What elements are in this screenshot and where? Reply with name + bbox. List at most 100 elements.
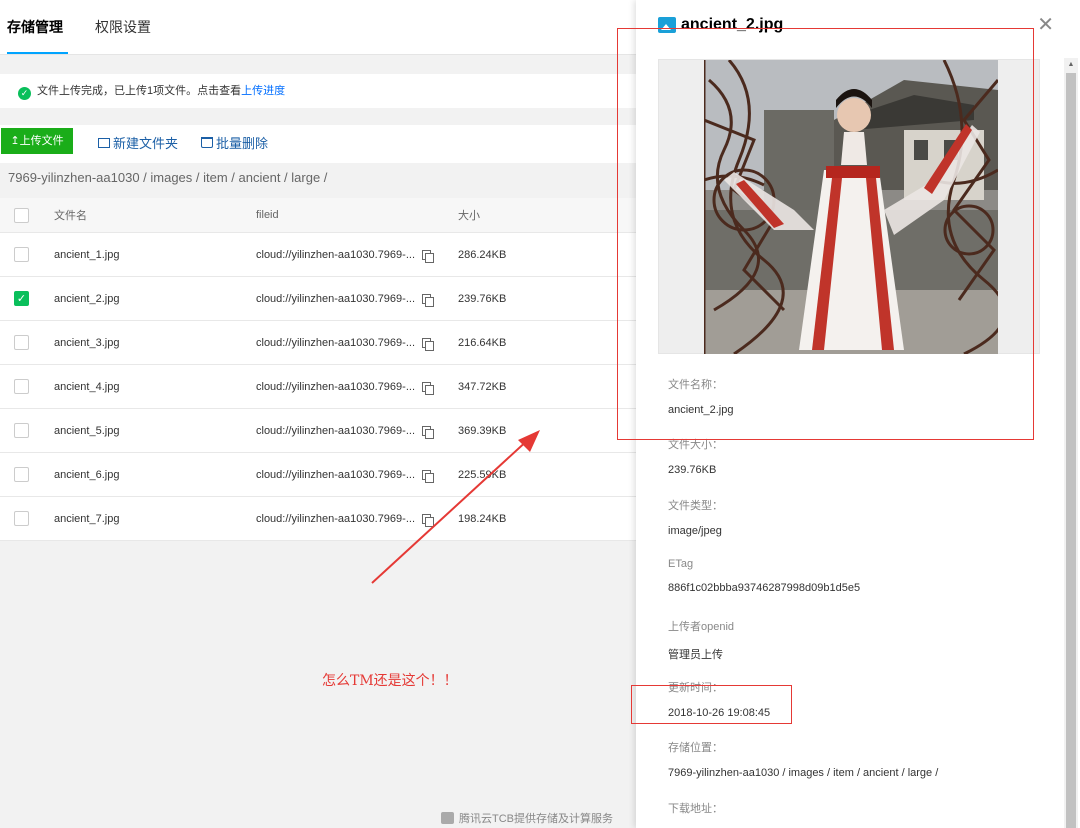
row-size: 225.59KB [458, 468, 507, 481]
meta-field: 下载地址： [668, 800, 723, 828]
tab-permission-settings[interactable]: 权限设置 [95, 0, 151, 54]
trash-icon [201, 137, 213, 148]
meta-field: 文件大小： 239.76KB [668, 436, 723, 476]
image-icon [658, 17, 676, 33]
panel-title-text: ancient_2.jpg [681, 16, 784, 33]
row-checkbox[interactable]: ✓ [14, 291, 29, 306]
table-header: 文件名 fileid 大小 [0, 198, 636, 233]
row-fileid: cloud://yilinzhen-aa1030.7969-... [256, 468, 415, 481]
panel-scrollbar[interactable]: ▲ [1064, 58, 1078, 828]
meta-value: 886f1c02bbba93746287998d09b1d5e5 [668, 582, 861, 594]
meta-value: 7969-yilinzhen-aa1030 / images / item / … [668, 767, 939, 779]
table-row[interactable]: ancient_6.jpg cloud://yilinzhen-aa1030.79… [0, 453, 636, 497]
row-checkbox[interactable] [14, 511, 29, 526]
meta-key: ETag [668, 558, 694, 570]
toolbar: ↥上传文件 新建文件夹 批量删除 [0, 125, 636, 163]
meta-field: 存储位置： 7969-yilinzhen-aa1030 / images / it… [668, 739, 938, 779]
row-filename[interactable]: ancient_2.jpg [54, 277, 119, 320]
file-table: 文件名 fileid 大小 ancient_1.jpg cloud://yilin… [0, 198, 636, 541]
meta-key: 下载地址： [668, 803, 723, 815]
storage-main: 存储管理 权限设置 ✓ 文件上传完成，已上传1项文件。点击查看上传进度 ↥上传文件… [0, 0, 636, 828]
upload-file-button[interactable]: ↥上传文件 [1, 128, 73, 154]
row-fileid: cloud://yilinzhen-aa1030.7969-... [256, 292, 415, 305]
table-row[interactable]: ancient_5.jpg cloud://yilinzhen-aa1030.79… [0, 409, 636, 453]
row-fileid: cloud://yilinzhen-aa1030.7969-... [256, 380, 415, 393]
select-all-checkbox[interactable] [14, 207, 29, 223]
copy-icon[interactable] [422, 249, 434, 263]
meta-key: 文件类型： [668, 500, 723, 512]
row-filename[interactable]: ancient_5.jpg [54, 409, 119, 452]
copy-icon[interactable] [422, 425, 434, 439]
row-size: 198.24KB [458, 512, 507, 525]
meta-key: 更新时间： [668, 682, 723, 694]
upload-file-label: 上传文件 [19, 135, 64, 147]
photo-illustration [704, 60, 998, 354]
tcb-logo-icon [441, 812, 454, 824]
row-size: 369.39KB [458, 424, 507, 437]
meta-value: ancient_2.jpg [668, 404, 734, 416]
close-icon[interactable]: ✕ [1037, 15, 1054, 35]
annotation-text: 怎么TM还是这个！！ [322, 673, 458, 689]
table-row[interactable]: ancient_4.jpg cloud://yilinzhen-aa1030.79… [0, 365, 636, 409]
table-row[interactable]: ✓ ancient_2.jpg cloud://yilinzhen-aa1030.7… [0, 277, 636, 321]
copy-icon[interactable] [422, 469, 434, 483]
header-size: 大小 [458, 210, 480, 222]
panel-title: ancient_2.jpg [658, 16, 783, 34]
tab-storage-management[interactable]: 存储管理 [7, 0, 68, 54]
scroll-up-icon[interactable]: ▲ [1064, 58, 1078, 72]
table-row[interactable]: ancient_3.jpg cloud://yilinzhen-aa1030.79… [0, 321, 636, 365]
row-size: 286.24KB [458, 248, 507, 261]
breadcrumb[interactable]: 7969-yilinzhen-aa1030 / images / item / … [8, 170, 327, 185]
scrollbar-thumb[interactable] [1066, 73, 1076, 828]
new-folder-button[interactable]: 新建文件夹 [98, 133, 178, 152]
upload-progress-link[interactable]: 上传进度 [241, 85, 285, 97]
row-checkbox[interactable] [14, 467, 29, 482]
meta-value: 2018-10-26 19:08:45 [668, 707, 771, 719]
meta-key: 文件大小： [668, 439, 723, 451]
header-filename: 文件名 [54, 210, 87, 222]
batch-delete-button[interactable]: 批量删除 [201, 133, 268, 152]
tab-bar: 存储管理 权限设置 [0, 0, 636, 55]
copy-icon[interactable] [422, 293, 434, 307]
copy-icon[interactable] [422, 337, 434, 351]
table-row[interactable]: ancient_7.jpg cloud://yilinzhen-aa1030.79… [0, 497, 636, 541]
table-row[interactable]: ancient_1.jpg cloud://yilinzhen-aa1030.79… [0, 233, 636, 277]
row-filename[interactable]: ancient_6.jpg [54, 453, 119, 496]
meta-field: 文件类型： image/jpeg [668, 497, 723, 537]
upload-notice: ✓ 文件上传完成，已上传1项文件。点击查看上传进度 [0, 74, 636, 108]
file-detail-panel: ancient_2.jpg ✕ 文件名称： ancient_2.jpg 文件大小… [636, 0, 1080, 828]
image-preview [658, 59, 1040, 354]
row-checkbox[interactable] [14, 379, 29, 394]
upload-icon: ↥ [10, 135, 20, 147]
copy-icon[interactable] [422, 513, 434, 527]
meta-value: 239.76KB [668, 464, 717, 476]
row-filename[interactable]: ancient_7.jpg [54, 497, 119, 540]
row-checkbox[interactable] [14, 247, 29, 262]
preview-photo [704, 60, 998, 354]
footer-note-text: 腾讯云TCB提供存储及计算服务 [459, 813, 613, 825]
meta-value: image/jpeg [668, 525, 722, 537]
row-size: 347.72KB [458, 380, 507, 393]
meta-value: 管理员上传 [668, 649, 723, 661]
row-filename[interactable]: ancient_4.jpg [54, 365, 119, 408]
meta-field: 上传者openid 管理员上传 [668, 618, 734, 662]
check-circle-icon: ✓ [18, 87, 31, 100]
copy-icon[interactable] [422, 381, 434, 395]
new-folder-label: 新建文件夹 [113, 136, 179, 151]
batch-delete-label: 批量删除 [216, 136, 269, 151]
meta-field: 更新时间： 2018-10-26 19:08:45 [668, 679, 770, 719]
row-checkbox[interactable] [14, 423, 29, 438]
row-size: 239.76KB [458, 292, 507, 305]
row-filename[interactable]: ancient_1.jpg [54, 233, 119, 276]
meta-key: 文件名称： [668, 379, 723, 391]
row-checkbox[interactable] [14, 335, 29, 350]
folder-icon [98, 138, 110, 148]
header-fileid: fileid [256, 209, 279, 221]
meta-key: 存储位置： [668, 742, 723, 754]
meta-key: 上传者openid [668, 621, 735, 633]
meta-field: 文件名称： ancient_2.jpg [668, 376, 733, 416]
row-fileid: cloud://yilinzhen-aa1030.7969-... [256, 424, 415, 437]
row-filename[interactable]: ancient_3.jpg [54, 321, 119, 364]
row-fileid: cloud://yilinzhen-aa1030.7969-... [256, 248, 415, 261]
meta-field: ETag 886f1c02bbba93746287998d09b1d5e5 [668, 558, 860, 594]
